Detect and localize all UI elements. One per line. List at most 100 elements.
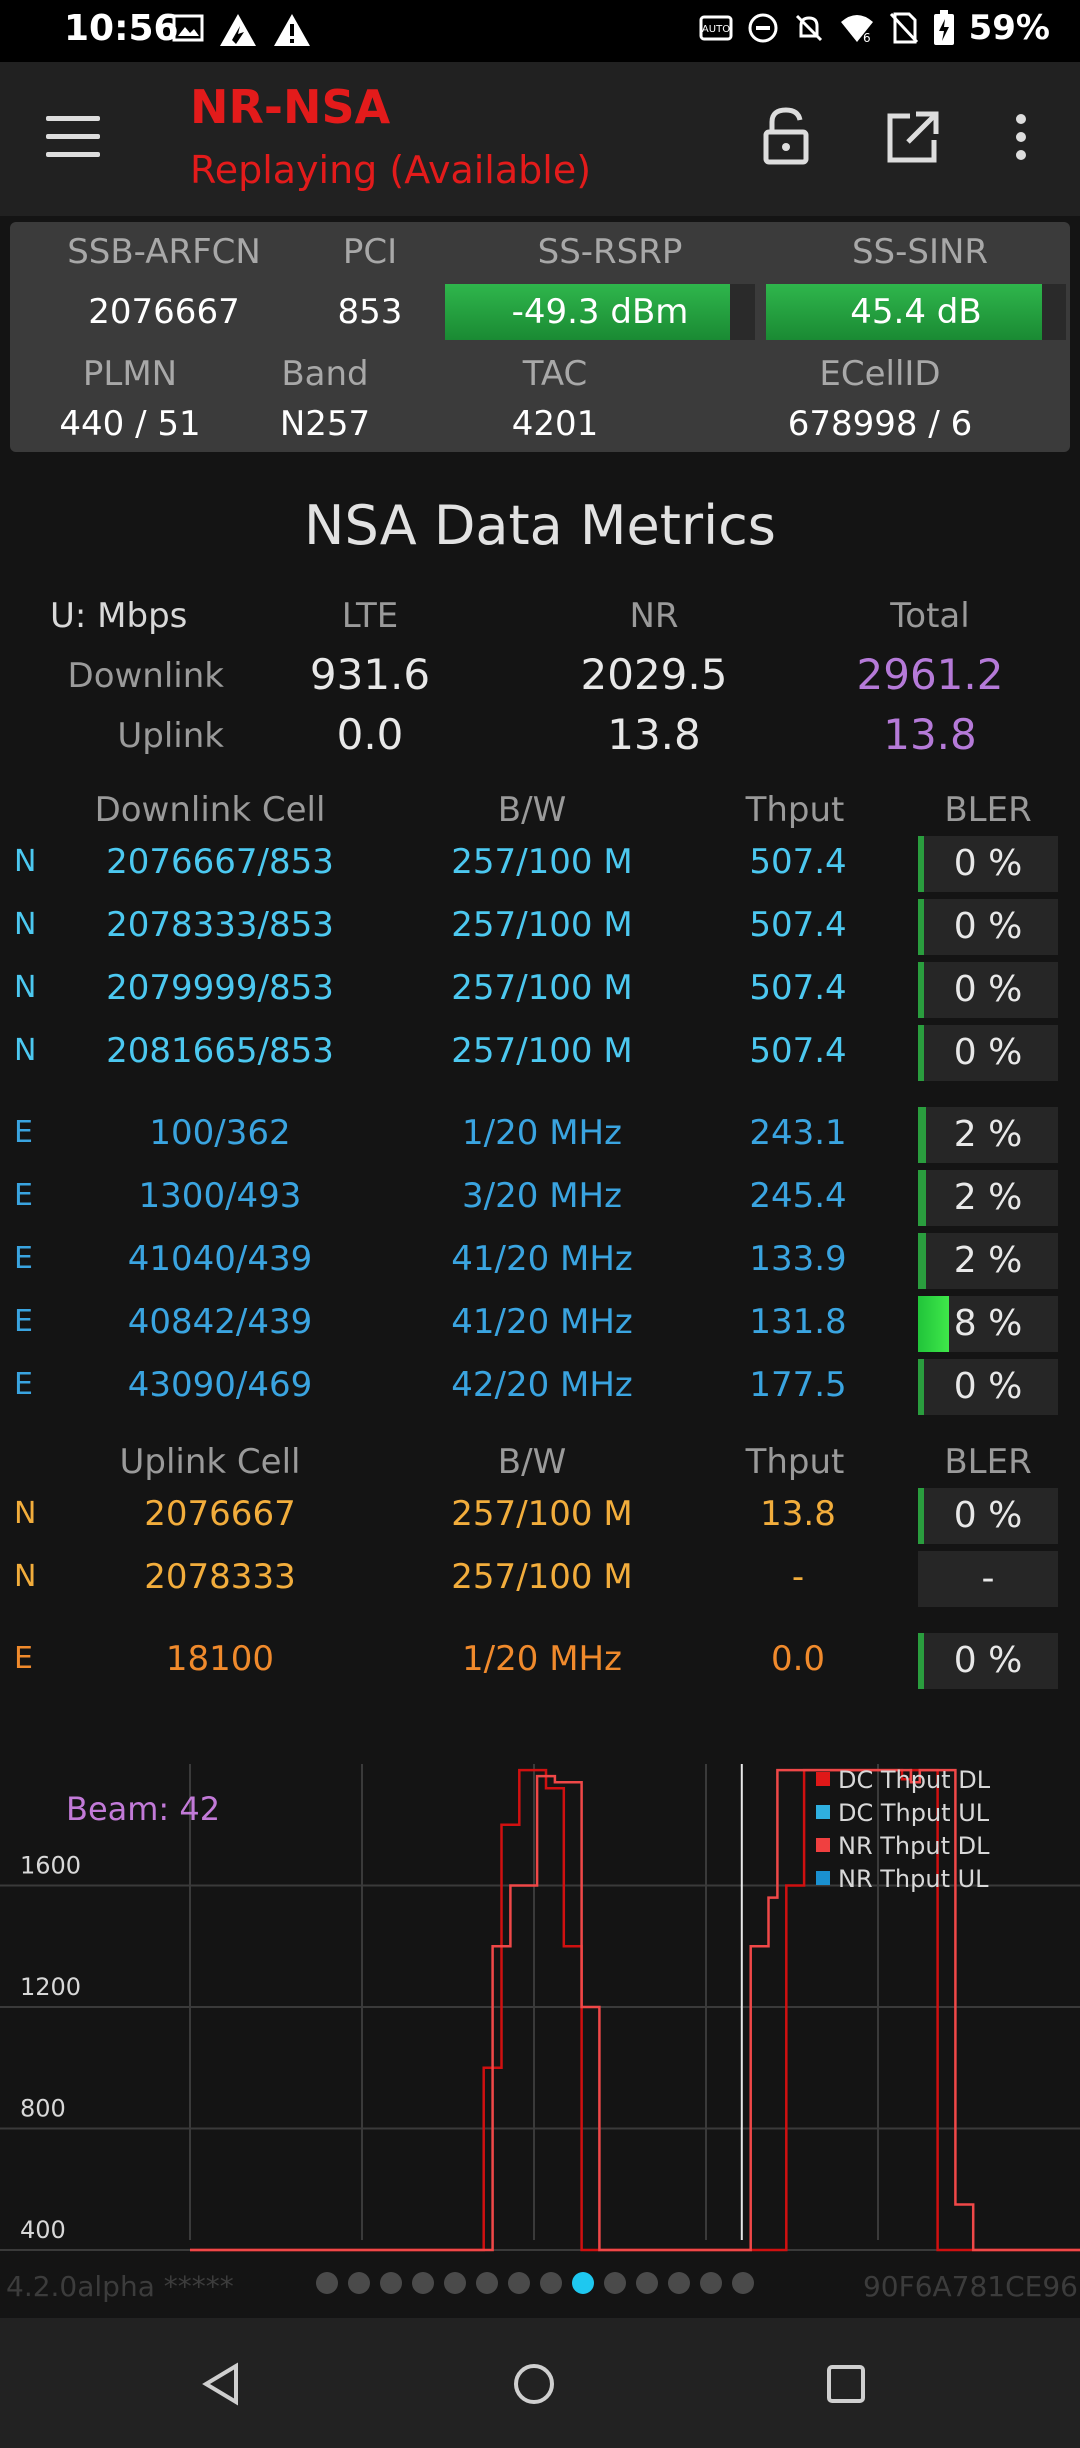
legend-label: DC Thput UL: [838, 1799, 990, 1827]
do-not-disturb-icon: [748, 13, 778, 43]
bandwidth: 257/100 M: [451, 842, 633, 882]
dl-bler-header: BLER: [944, 790, 1032, 830]
sinr-value: 45.4 dB: [850, 292, 982, 332]
legend-swatch: [816, 1838, 830, 1852]
rat-type-label: N: [14, 970, 37, 1005]
battery-percentage: 59%: [968, 8, 1050, 48]
plmn-label: PLMN: [82, 354, 178, 394]
page-dot[interactable]: [700, 2272, 722, 2294]
ecellid-label: ECellID: [819, 354, 941, 394]
bler-meter: 2 %: [918, 1107, 1058, 1163]
bler-meter: 0 %: [918, 899, 1058, 955]
app-bar: NR-NSA Replaying (Available): [0, 62, 1080, 216]
page-dot[interactable]: [380, 2272, 402, 2294]
total-column-header: Total: [890, 596, 970, 636]
battery-charging-icon: [933, 10, 954, 45]
bler-meter: 0 %: [918, 836, 1058, 892]
y-tick-label: 800: [20, 2095, 66, 2123]
rat-type-label: N: [14, 1559, 37, 1594]
cell-id: 2076667/853: [106, 842, 334, 882]
legend-label: DC Thput DL: [838, 1766, 991, 1794]
page-dot[interactable]: [348, 2272, 370, 2294]
bler-meter: 0 %: [918, 1633, 1058, 1689]
page-dot[interactable]: [444, 2272, 466, 2294]
cell-id: 18100: [165, 1639, 275, 1679]
bandwidth: 42/20 MHz: [451, 1365, 633, 1405]
ul-bler-header: BLER: [944, 1442, 1032, 1482]
sinr-label: SS-SINR: [851, 232, 989, 272]
ul-cell-header: Uplink Cell: [119, 1442, 301, 1482]
page-dot[interactable]: [604, 2272, 626, 2294]
rat-type-label: E: [14, 1178, 33, 1213]
tac-label: TAC: [522, 354, 588, 394]
y-tick-label: 400: [20, 2216, 66, 2244]
page-indicator[interactable]: [316, 2272, 754, 2294]
lock-open-icon[interactable]: [762, 106, 810, 166]
image-notification-icon: [172, 14, 204, 42]
menu-icon[interactable]: [46, 116, 100, 162]
bler-value: 0 %: [953, 843, 1023, 884]
bler-meter: 0 %: [918, 1488, 1058, 1544]
more-options-icon[interactable]: [1014, 112, 1028, 162]
bandwidth: 3/20 MHz: [462, 1176, 622, 1216]
throughput-chart: 1600 1200 800 400 Beam: 42 DC Thput DL DC Thpu…: [0, 1764, 1080, 2252]
downlink-total-value: 2961.2: [856, 650, 1004, 699]
throughput: 133.9: [749, 1239, 847, 1279]
bler-value: -: [981, 1558, 995, 1599]
bandwidth: 257/100 M: [451, 1494, 633, 1534]
throughput: 507.4: [749, 842, 847, 882]
page-dot[interactable]: [668, 2272, 690, 2294]
uplink-lte-value: 0.0: [336, 710, 404, 759]
alert-triangle-icon: [274, 14, 310, 46]
pci-value: 853: [337, 292, 403, 332]
no-sim-icon: [889, 12, 918, 44]
bandwidth: 257/100 M: [451, 905, 633, 945]
bler-value: 0 %: [953, 1495, 1023, 1536]
warning-triangle-icon: [220, 14, 256, 46]
page-dot[interactable]: [316, 2272, 338, 2294]
bandwidth: 1/20 MHz: [462, 1639, 622, 1679]
rat-type-label: E: [14, 1304, 33, 1339]
open-external-icon[interactable]: [884, 110, 940, 166]
bler-meter: 2 %: [918, 1170, 1058, 1226]
rat-type-label: N: [14, 907, 37, 942]
metrics-title: NSA Data Metrics: [304, 494, 776, 557]
throughput: -: [791, 1557, 805, 1597]
bler-meter: 0 %: [918, 1025, 1058, 1081]
dl-bw-header: B/W: [497, 790, 567, 830]
bandwidth: 257/100 M: [451, 968, 633, 1008]
bandwidth: 257/100 M: [451, 1557, 633, 1597]
legend-label: NR Thput UL: [838, 1865, 989, 1893]
unit-label: U: Mbps: [50, 596, 188, 636]
recents-icon[interactable]: [826, 2364, 866, 2404]
rsrp-meter: -49.3 dBm: [445, 284, 755, 340]
dl-cell-header: Downlink Cell: [94, 790, 326, 830]
cell-id: 2081665/853: [106, 1031, 334, 1071]
bler-value: 2 %: [953, 1177, 1023, 1218]
wifi-icon: 6: [840, 15, 873, 44]
status-system-icons: AUTO 6 59%: [699, 8, 1050, 48]
bandwidth: 1/20 MHz: [462, 1113, 622, 1153]
rat-type-label: E: [14, 1367, 33, 1402]
page-dot[interactable]: [412, 2272, 434, 2294]
beam-label: Beam: 42: [66, 1790, 220, 1828]
throughput: 507.4: [749, 968, 847, 1008]
page-dot[interactable]: [636, 2272, 658, 2294]
page-dot[interactable]: [732, 2272, 754, 2294]
app-subtitle: Replaying (Available): [190, 148, 592, 192]
page-dot[interactable]: [540, 2272, 562, 2294]
downlink-nr-value: 2029.5: [580, 650, 728, 699]
bandwidth: 257/100 M: [451, 1031, 633, 1071]
svg-text:6: 6: [863, 31, 871, 44]
page-dot[interactable]: [572, 2272, 594, 2294]
back-icon[interactable]: [200, 2362, 242, 2406]
downlink-lte-value: 931.6: [309, 650, 431, 699]
legend-swatch: [816, 1772, 830, 1786]
page-dot[interactable]: [508, 2272, 530, 2294]
home-icon[interactable]: [512, 2362, 556, 2406]
bler-meter: 0 %: [918, 962, 1058, 1018]
cell-id: 100/362: [149, 1113, 291, 1153]
page-dot[interactable]: [476, 2272, 498, 2294]
ul-thput-header: Thput: [745, 1442, 845, 1482]
band-value: N257: [279, 404, 371, 444]
